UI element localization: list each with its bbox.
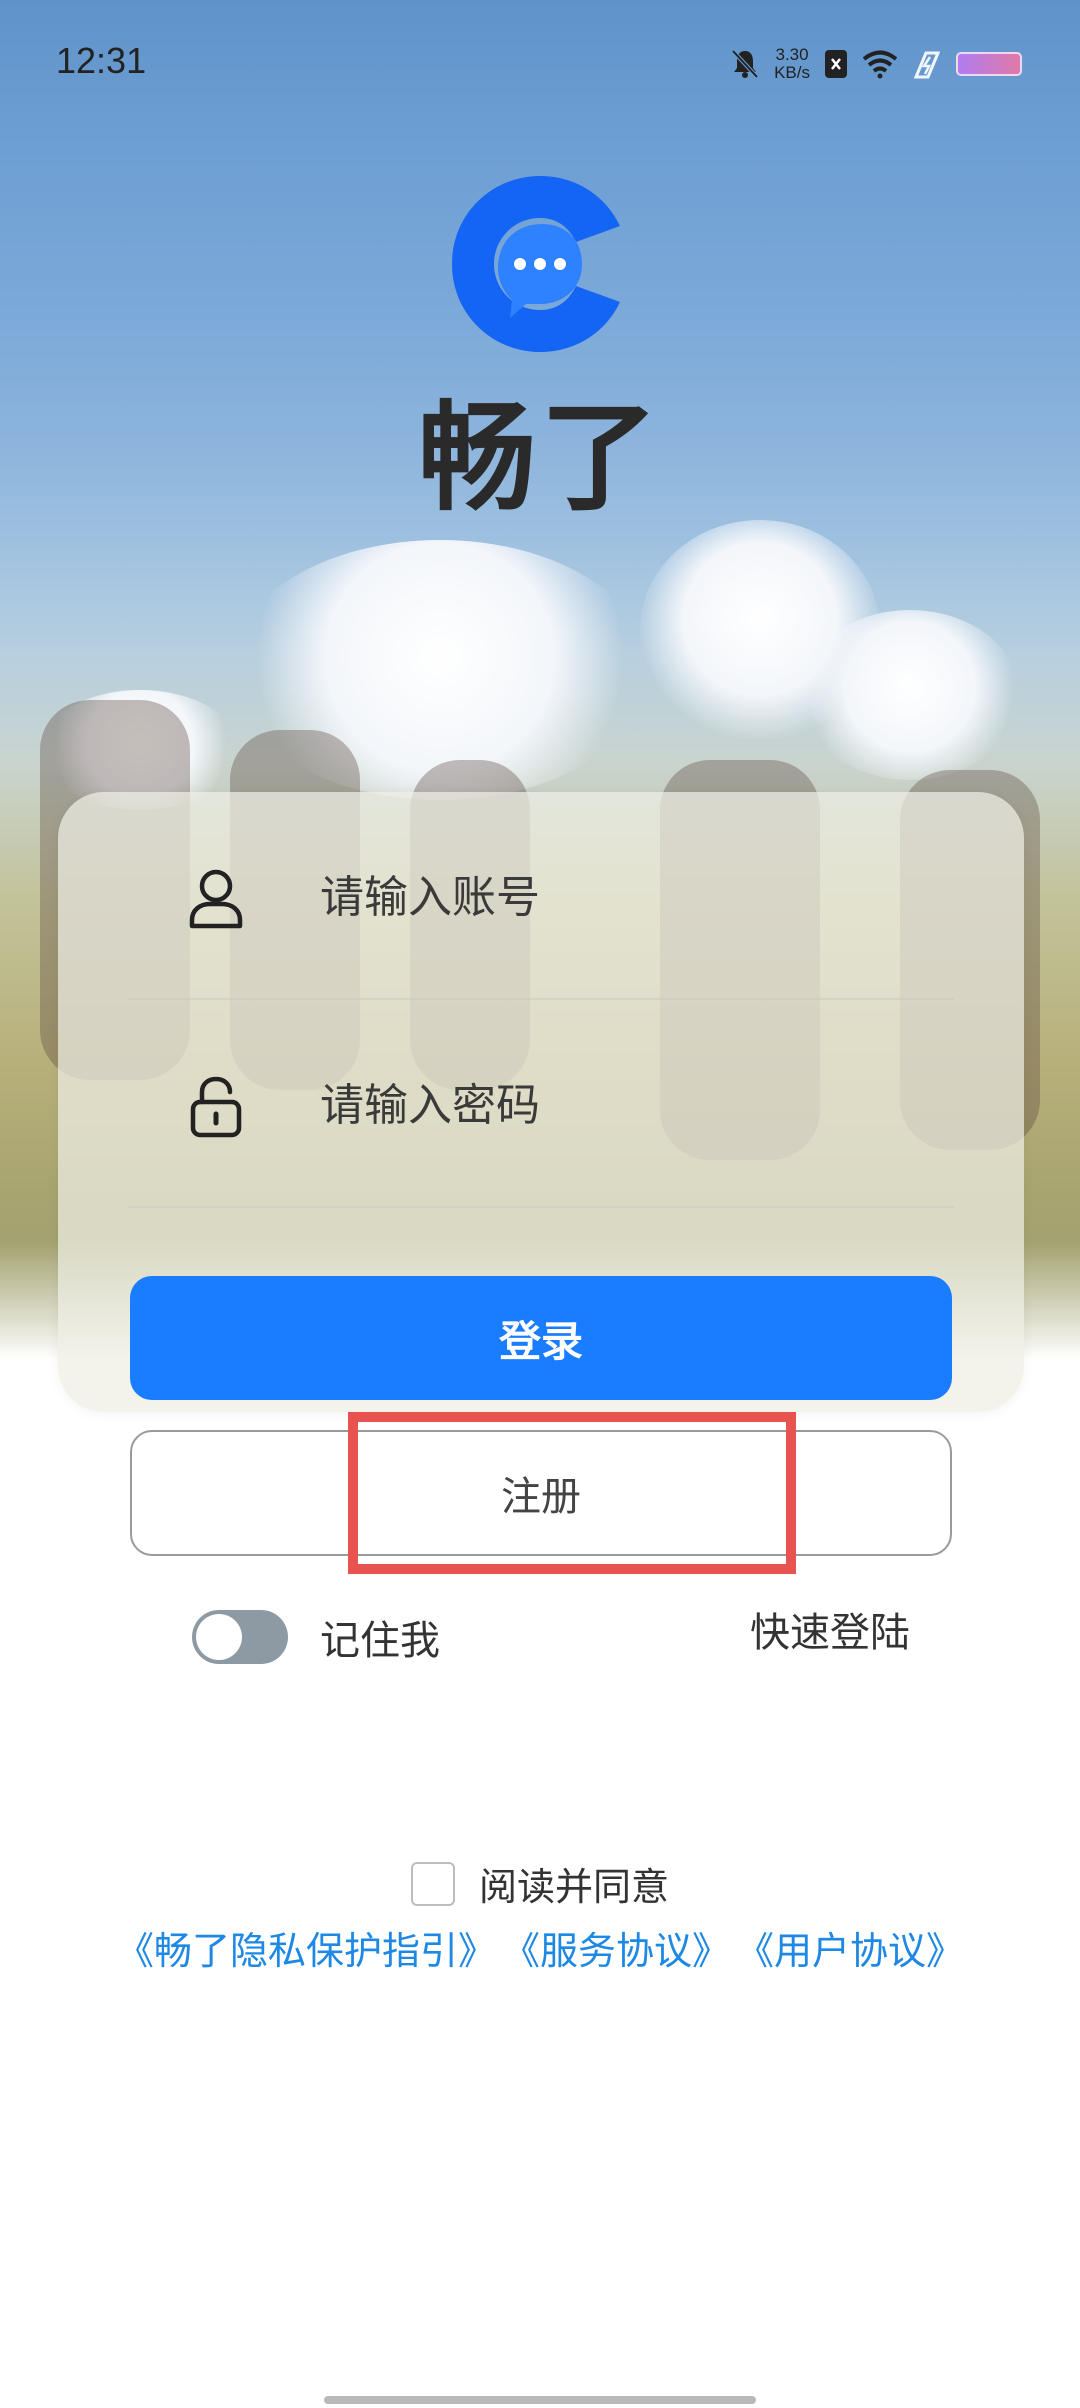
home-indicator[interactable] xyxy=(324,2396,756,2404)
mute-bell-icon xyxy=(731,49,759,79)
agreement-checkbox[interactable] xyxy=(410,1861,455,1906)
toggle-knob xyxy=(196,1614,242,1660)
net-speed: 3.30 KB/s xyxy=(774,46,810,82)
battery-icon xyxy=(956,52,1022,76)
app-name: 畅了 xyxy=(417,389,662,527)
password-field xyxy=(128,1000,954,1208)
user-icon xyxy=(189,869,243,929)
agreement-row: 阅读并同意 xyxy=(0,1856,1080,1911)
sim-icon xyxy=(825,50,847,78)
account-field xyxy=(128,792,954,1000)
service-agreement-link[interactable]: 《服务协议》 xyxy=(502,1920,730,1975)
remember-me-label: 记住我 xyxy=(320,1618,440,1664)
privacy-guide-link[interactable]: 《畅了隐私保护指引》 xyxy=(116,1920,496,1975)
chat-bubble-c-logo xyxy=(452,176,620,352)
register-button[interactable]: 注册 xyxy=(130,1430,952,1556)
charging-icon xyxy=(913,51,941,79)
net-speed-value: 3.30 xyxy=(775,45,809,64)
account-input[interactable] xyxy=(320,864,920,930)
quick-login-link[interactable]: 快速登陆 xyxy=(750,1600,910,1658)
status-bar: 12:31 3.30 KB/s xyxy=(0,0,1080,120)
agreement-text: 阅读并同意 xyxy=(478,1865,669,1909)
user-agreement-link[interactable]: 《用户协议》 xyxy=(736,1920,964,1975)
login-button[interactable]: 登录 xyxy=(130,1276,952,1400)
net-speed-unit: KB/s xyxy=(774,63,810,82)
status-icons: 3.30 KB/s xyxy=(730,44,1022,84)
remember-me-toggle[interactable] xyxy=(192,1610,288,1664)
lock-icon xyxy=(190,1076,242,1138)
password-input[interactable] xyxy=(320,1072,920,1138)
wifi-icon xyxy=(862,50,898,79)
agreement-links: 《畅了隐私保护指引》 《服务协议》 《用户协议》 xyxy=(0,1920,1080,1975)
clock: 12:31 xyxy=(56,40,147,81)
cloud-shape xyxy=(800,610,1020,780)
